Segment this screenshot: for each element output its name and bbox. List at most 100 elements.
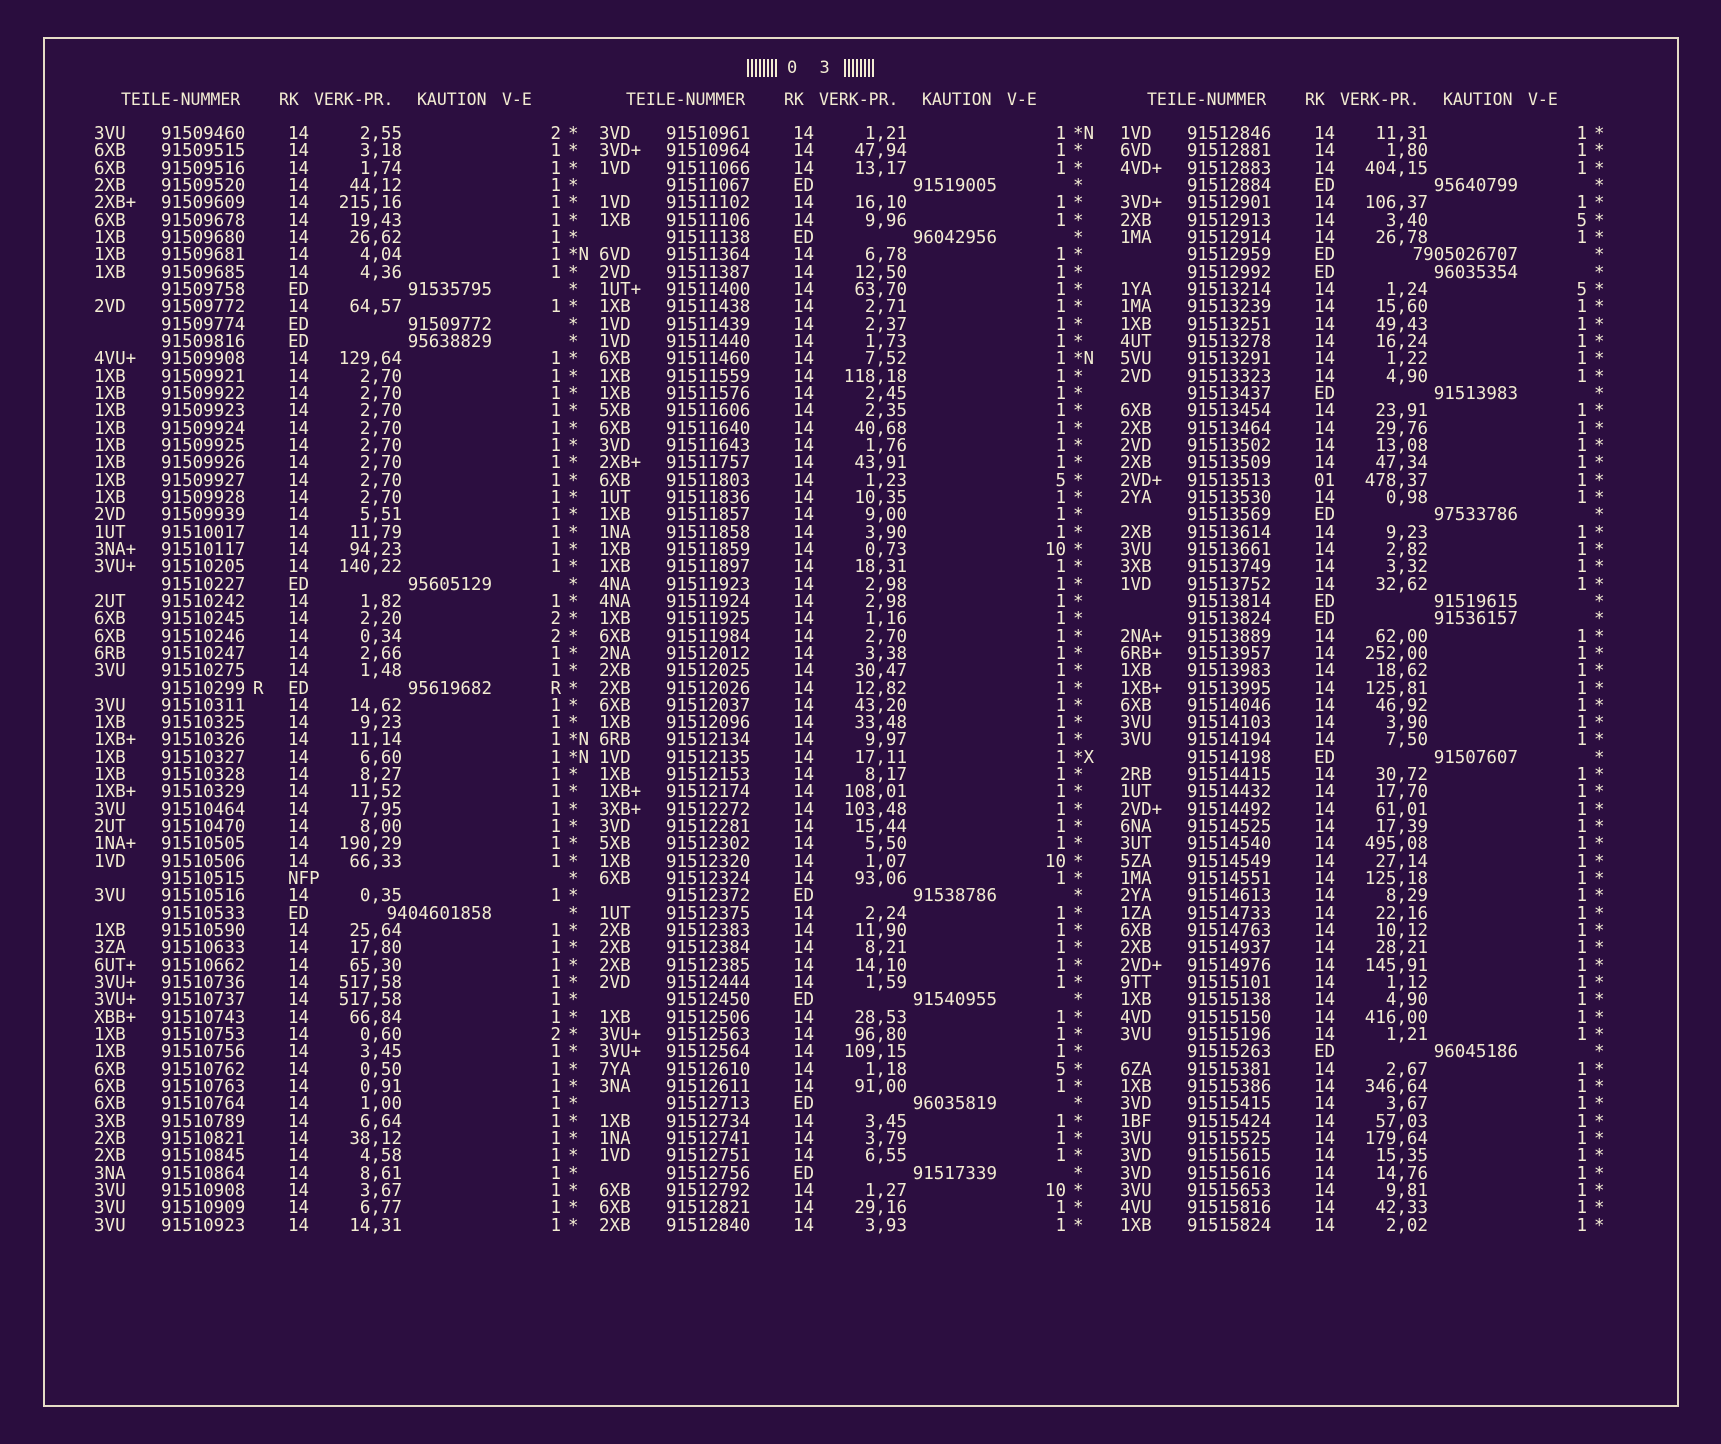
rk-value: 14 — [793, 938, 815, 959]
sales-price: 4,90 — [1385, 366, 1428, 387]
part-code: 3XB — [1120, 557, 1152, 578]
part-number: 91510017 — [161, 522, 246, 543]
table-row: 91514198 ED 91507607 * — [1106, 749, 1626, 767]
packaging-unit: 1 — [1055, 834, 1066, 855]
part-code: 2VD — [94, 505, 126, 526]
table-row: 3VU+ 91510737 14 517,58 1 * — [80, 992, 600, 1010]
part-number: 91511803 — [666, 470, 751, 491]
sales-price: 1,16 — [864, 609, 907, 630]
table-row: 1XB 91511438 14 2,71 1 * — [585, 297, 1105, 318]
packaging-unit: 1 — [1576, 678, 1587, 699]
table-row: 2YA 91513530 14 0,98 1 * — [1106, 489, 1626, 507]
part-number: 91513889 — [1187, 626, 1272, 647]
sales-price: 2,70 — [359, 453, 402, 474]
packaging-unit: 1 — [1576, 626, 1587, 647]
part-code: 2XB+ — [599, 453, 642, 474]
part-code: 1XB+ — [1120, 678, 1163, 699]
rk-value: 14 — [288, 1215, 310, 1236]
table-row: 1XB 91509927 14 2,70 1 * — [80, 472, 600, 490]
sales-price: 9,96 — [864, 210, 907, 231]
table-row: 4VU 91515816 14 42,33 1 * — [1106, 1200, 1626, 1218]
sales-price: 2,71 — [864, 297, 907, 318]
packaging-unit: 5 — [1055, 470, 1066, 491]
table-row: 4VD 91515150 14 416,00 1 * — [1106, 1009, 1626, 1027]
row-marker: * — [568, 938, 579, 959]
rk-value: 14 — [288, 453, 310, 474]
part-number: 91513995 — [1187, 678, 1272, 699]
deposit-ref: 96042956 — [912, 227, 997, 248]
rk-value: 14 — [288, 730, 310, 751]
packaging-unit: 1 — [550, 349, 561, 370]
row-marker: * — [568, 193, 579, 214]
table-row: 6XB 91510763 14 0,91 1 * — [80, 1078, 600, 1096]
rk-value: 14 — [793, 470, 815, 491]
row-marker: * — [1594, 1146, 1605, 1167]
deposit-ref: 91535795 — [407, 279, 492, 300]
row-marker: * — [568, 141, 579, 162]
part-number: 91515824 — [1187, 1215, 1272, 1236]
table-row: 1VD 91511440 14 1,73 1 * — [585, 333, 1105, 351]
table-row: 6XB 91510762 14 0,50 1 * — [80, 1061, 600, 1079]
part-number: 91510245 — [161, 609, 246, 630]
packaging-unit: 1 — [1055, 869, 1066, 890]
packaging-unit: 1 — [1055, 297, 1066, 318]
rk-value: 14 — [1314, 661, 1336, 682]
row-marker: * — [1073, 834, 1084, 855]
part-number: 91509772 — [161, 297, 246, 318]
sales-price: 1,00 — [359, 1094, 402, 1115]
packaging-unit: 1 — [1055, 661, 1066, 682]
part-code: 1XB — [1120, 1215, 1152, 1236]
table-row: 3VU 91514103 14 3,90 1 * — [1106, 714, 1626, 732]
packaging-unit: 1 — [1576, 297, 1587, 318]
rk-value: 14 — [1314, 557, 1336, 578]
rk-value: 14 — [1314, 401, 1336, 422]
part-number: 91513513 — [1187, 470, 1272, 491]
packaging-unit: 1 — [550, 782, 561, 803]
table-row: 3ZA 91510633 14 17,80 1 * — [80, 938, 600, 959]
table-row: 91512959 ED 7905026707 * — [1106, 247, 1626, 265]
rk-value: 14 — [288, 297, 310, 318]
sales-price: 1,23 — [864, 470, 907, 491]
row-marker: * — [1073, 193, 1084, 214]
header-kaution: KAUTION — [1443, 90, 1513, 109]
part-code: 3VD — [1120, 1094, 1152, 1115]
part-number: 91512751 — [666, 1146, 751, 1167]
table-row: 91513437 ED 91513983 * — [1106, 385, 1626, 403]
header-kaution: KAUTION — [417, 90, 487, 109]
row-marker: * — [1073, 505, 1084, 526]
packaging-unit: 1 — [550, 938, 561, 959]
sales-price: 9,00 — [864, 505, 907, 526]
table-row: 3VU 91515525 14 179,64 1 * — [1106, 1130, 1626, 1148]
part-flag: R — [253, 678, 264, 699]
part-code: 2XB — [94, 1146, 126, 1167]
sales-price: 4,36 — [359, 262, 402, 283]
part-code: 2XB — [599, 1215, 631, 1236]
table-row: 1XB 91513983 14 18,62 1 * — [1106, 661, 1626, 682]
rk-value: 14 — [1314, 297, 1336, 318]
sales-price: 495,08 — [1364, 834, 1428, 855]
sales-price: 18,62 — [1375, 661, 1428, 682]
part-code: 1VD — [1120, 574, 1152, 595]
row-marker: * — [1073, 1094, 1084, 1115]
rk-value: ED — [793, 990, 815, 1011]
packaging-unit: 1 — [1055, 245, 1066, 266]
rk-value: 14 — [288, 557, 310, 578]
row-marker: * — [1594, 505, 1605, 526]
sales-price: 1,48 — [359, 661, 402, 682]
packaging-unit: 1 — [1055, 453, 1066, 474]
part-code: 2XB — [1120, 522, 1152, 543]
table-row: 2XB 91512025 14 30,47 1 * — [585, 661, 1105, 682]
row-marker: * — [1073, 730, 1084, 751]
table-row: 1YA 91513214 14 1,24 5 * — [1106, 281, 1626, 299]
part-code: 1UT — [1120, 782, 1152, 803]
row-marker: * — [1073, 990, 1084, 1011]
table-row: 1XB 91511857 14 9,00 1 * — [585, 505, 1105, 526]
part-code: 3VU — [94, 886, 126, 907]
packaging-unit: 1 — [550, 245, 561, 266]
sales-price: 2,02 — [1385, 1215, 1428, 1236]
rk-value: 14 — [1314, 626, 1336, 647]
row-marker: * — [568, 505, 579, 526]
part-code: 1NA+ — [94, 834, 137, 855]
sales-price: 6,55 — [864, 1146, 907, 1167]
table-row: 2XB 91512384 14 8,21 1 * — [585, 938, 1105, 959]
